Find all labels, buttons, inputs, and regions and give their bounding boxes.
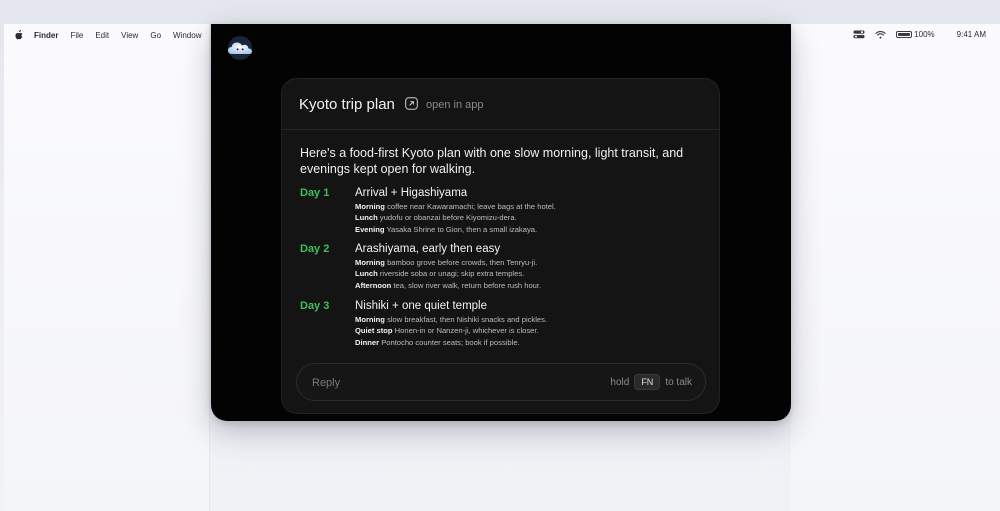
push-to-talk-hint: hold FN to talk <box>610 374 692 390</box>
day-item: Lunch riverside soba or unagi; skip extr… <box>355 269 525 279</box>
menu-window[interactable]: Window <box>173 31 201 40</box>
trip-plan-card: Kyoto trip plan open in app Here's a foo… <box>281 78 720 414</box>
control-center-icon[interactable] <box>853 30 865 39</box>
day-item: Morning bamboo grove before crowds, then… <box>355 258 538 267</box>
open-in-app-link[interactable]: open in app <box>426 99 484 111</box>
apple-icon[interactable] <box>14 30 24 40</box>
day-title: Arrival + Higashiyama <box>355 187 468 199</box>
day-item: Quiet stop Honen-in or Nanzen-ji, whiche… <box>355 326 539 336</box>
reply-input[interactable]: Reply hold FN to talk <box>296 363 706 401</box>
hint-hold: hold <box>610 376 630 388</box>
hint-to-talk: to talk <box>665 376 692 388</box>
day-label: Day 1 <box>300 187 330 199</box>
menu-clock[interactable]: 9:41 AM <box>957 30 986 39</box>
card-header: Kyoto trip plan open in app <box>282 79 719 130</box>
assistant-window: Kyoto trip plan open in app Here's a foo… <box>211 24 791 421</box>
fn-key-badge: FN <box>634 374 661 390</box>
menu-go[interactable]: Go <box>150 31 161 40</box>
battery-indicator[interactable]: 100% <box>896 30 935 39</box>
menu-view[interactable]: View <box>121 31 138 40</box>
day-label: Day 3 <box>300 300 330 312</box>
menu-edit[interactable]: Edit <box>95 31 109 40</box>
battery-percent: 100% <box>914 30 935 39</box>
card-title: Kyoto trip plan <box>299 96 395 113</box>
day-label: Day 2 <box>300 243 330 255</box>
desktop-window-left <box>4 24 210 511</box>
day-item: Morning coffee near Kawaramachi; leave b… <box>355 202 556 211</box>
day-title: Nishiki + one quiet temple <box>355 300 488 312</box>
battery-icon <box>896 31 913 38</box>
day-item: Morning slow breakfast, then Nishiki sna… <box>355 315 548 324</box>
menu-file[interactable]: File <box>70 31 83 40</box>
day-item: Afternoon tea, slow river walk, return b… <box>355 280 542 290</box>
cloud-assistant-icon[interactable] <box>224 36 256 60</box>
reply-placeholder: Reply <box>312 377 341 389</box>
day-item: Evening Yasaka Shrine to Gion, then a sm… <box>355 224 538 234</box>
day-title: Arashiyama, early then easy <box>355 243 501 255</box>
desktop-window-right <box>791 24 1000 511</box>
external-link-icon[interactable] <box>405 97 418 110</box>
wifi-icon[interactable] <box>875 30 886 39</box>
day-item: Dinner Pontocho counter seats; book if p… <box>355 337 520 347</box>
menu-app-name[interactable]: Finder <box>34 31 58 40</box>
day-item: Lunch yudofu or obanzai before Kiyomizu-… <box>355 213 517 223</box>
plan-intro: Here's a food-first Kyoto plan with one … <box>300 146 684 176</box>
